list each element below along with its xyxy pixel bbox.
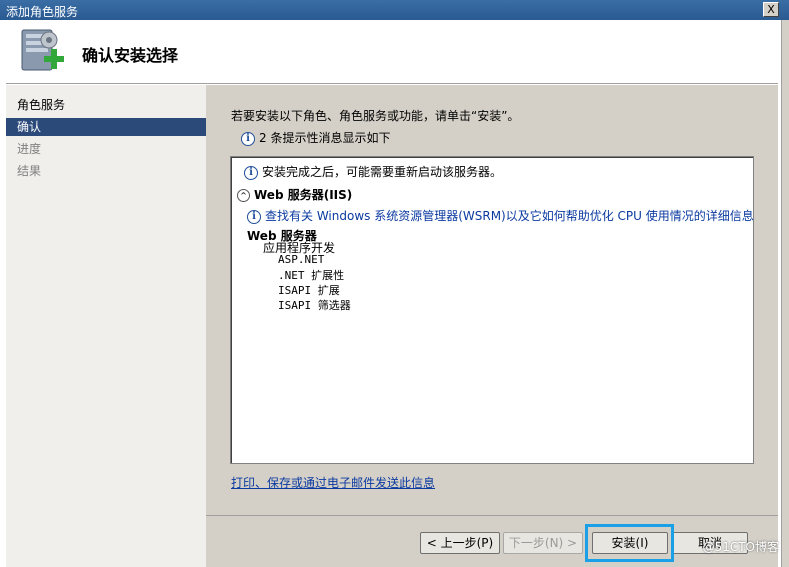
warning-summary: i 2 条提示性消息显示如下 — [241, 129, 390, 146]
wizard-steps-sidebar: 角色服务 确认 进度 结果 — [6, 85, 206, 567]
window-title: 添加角色服务 — [6, 5, 79, 19]
print-save-email-link[interactable]: 打印、保存或通过电子邮件发送此信息 — [231, 474, 435, 491]
previous-button[interactable]: < 上一步(P) — [420, 532, 500, 554]
sidebar-item-results: 结果 — [17, 164, 42, 178]
tree-item: ISAPI 扩展 — [278, 284, 340, 297]
warning-text: 2 条提示性消息显示如下 — [259, 131, 391, 145]
tree-item: ASP.NET — [278, 253, 325, 266]
close-icon[interactable]: X — [763, 2, 779, 17]
server-add-icon — [21, 29, 64, 71]
section-header[interactable]: ^ Web 服务器(IIS) — [237, 186, 352, 203]
window-titlebar: 添加角色服务 X — [0, 0, 789, 20]
info-icon: i — [241, 131, 255, 146]
selection-panel: i 安装完成之后，可能需要重新启动该服务器。 ^ Web 服务器(IIS) i 查找有… — [230, 156, 754, 464]
info-icon: i — [244, 165, 258, 180]
intro-text: 若要安装以下角色、角色服务或功能，请单击“安装”。 — [231, 109, 520, 123]
wizard-footer: < 上一步(P) 下一步(N) > 安装(I) 取消 — [206, 515, 778, 567]
install-highlight-box — [585, 524, 674, 562]
sidebar-item-confirm[interactable]: 确认 — [6, 118, 206, 136]
sidebar-item-progress: 进度 — [17, 142, 42, 156]
page-title: 确认安装选择 — [82, 46, 179, 65]
next-button[interactable]: 下一步(N) > — [503, 532, 583, 554]
wizard-header: 确认安装选择 — [6, 20, 778, 84]
watermark: @51CTO博客 — [702, 540, 779, 554]
main-content: 若要安装以下角色、角色服务或功能，请单击“安装”。 i2 条提示性消息显示如下 … — [206, 85, 778, 515]
tree-item: .NET 扩展性 — [278, 269, 345, 282]
outer-scrollbar[interactable] — [781, 20, 789, 567]
restart-note: i 安装完成之后，可能需要重新启动该服务器。 — [244, 163, 502, 180]
tree-item: ISAPI 筛选器 — [278, 299, 351, 312]
section-title: Web 服务器(IIS) — [254, 188, 353, 202]
sidebar-item-role-services[interactable]: 角色服务 — [6, 96, 206, 114]
info-icon: i — [247, 209, 261, 224]
restart-note-text: 安装完成之后，可能需要重新启动该服务器。 — [262, 165, 503, 179]
chevron-up-icon[interactable]: ^ — [237, 189, 250, 202]
wsrm-link[interactable]: 查找有关 Windows 系统资源管理器(WSRM)以及它如何帮助优化 CPU … — [265, 209, 754, 223]
wsrm-link-row[interactable]: i 查找有关 Windows 系统资源管理器(WSRM)以及它如何帮助优化 CPU… — [247, 207, 754, 224]
